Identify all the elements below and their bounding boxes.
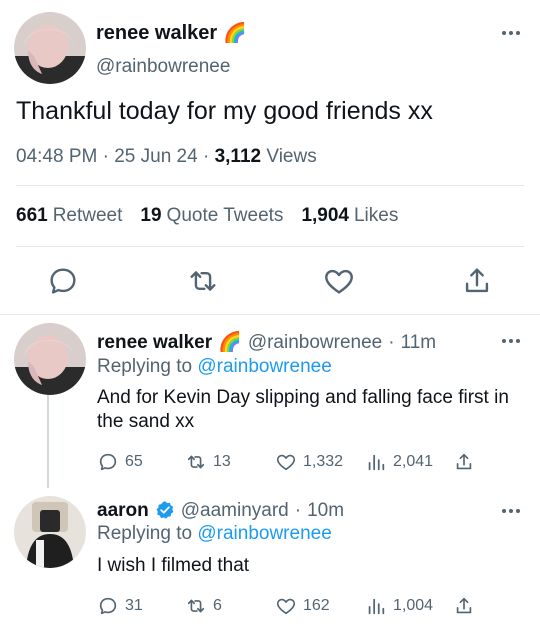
replying-prefix: Replying to (97, 523, 193, 544)
avatar-reply-1[interactable] (14, 323, 86, 395)
retweet-count: 661 (16, 205, 48, 226)
reply-author-name[interactable]: aaron (97, 500, 149, 522)
tweet-text: Thankful today for my good friends xx (16, 97, 433, 125)
replying-to: Replying to @rainbowrenee (97, 523, 332, 545)
reply-text: And for Kevin Day slipping and falling f… (97, 387, 509, 432)
tweet-stats: 661 Retweet 19 Quote Tweets 1,904 Likes (16, 205, 398, 227)
views-label: Views (266, 146, 317, 167)
author-name-text[interactable]: renee walker (96, 22, 217, 45)
retweet-button[interactable]: 13 (185, 451, 231, 473)
main-author-handle[interactable]: @rainbowrenee (96, 56, 230, 78)
like-icon (276, 454, 296, 471)
reply-action-bar: 65 13 1,332 2,041 (97, 451, 487, 473)
reply-button[interactable]: 65 (97, 451, 143, 473)
replying-to: Replying to @rainbowrenee (97, 356, 332, 378)
share-icon (456, 453, 472, 470)
views-icon (368, 598, 385, 615)
share-button[interactable] (453, 595, 475, 617)
meta-separator: · (388, 332, 395, 353)
divider (16, 185, 524, 186)
reply-icon[interactable] (46, 264, 80, 298)
reply-author-handle[interactable]: @aaminyard (181, 500, 289, 522)
meta-separator: · (102, 146, 115, 167)
reply-age[interactable]: 10m (307, 500, 344, 522)
views-icon (368, 454, 385, 471)
like-count: 1,332 (303, 453, 344, 470)
divider (16, 246, 524, 247)
main-action-bar (0, 264, 540, 298)
reply-icon (99, 453, 117, 471)
divider (0, 314, 540, 315)
meta-separator: · (294, 500, 302, 521)
like-button[interactable]: 162 (275, 595, 330, 617)
retweet-icon (187, 455, 205, 469)
reply-count: 31 (125, 597, 143, 614)
likes-stat[interactable]: 1,904 Likes (301, 205, 398, 227)
tweet-time[interactable]: 04:48 PM (16, 146, 97, 167)
share-icon (456, 597, 472, 614)
meta-separator: · (202, 146, 215, 167)
reply-action-bar: 31 6 162 1,004 (97, 595, 487, 617)
reply-icon (99, 597, 117, 615)
thread-line (47, 394, 49, 488)
share-button[interactable] (453, 451, 475, 473)
reply-text: I wish I filmed that (97, 555, 250, 576)
reply-age[interactable]: 11m (401, 332, 437, 354)
retweet-count: 13 (213, 453, 231, 470)
retweet-icon[interactable] (186, 264, 220, 298)
views-count: 3,112 (214, 146, 262, 167)
likes-count: 1,904 (301, 205, 349, 226)
retweet-stat[interactable]: 661 Retweet (16, 205, 122, 227)
rainbow-emoji: 🌈 (218, 332, 242, 353)
like-count: 162 (303, 597, 330, 614)
more-icon[interactable] (500, 336, 522, 346)
replying-to-link[interactable]: @rainbowrenee (197, 523, 331, 544)
share-icon[interactable] (460, 264, 494, 298)
main-author-name[interactable]: renee walker 🌈 (96, 21, 247, 45)
retweet-icon (187, 599, 205, 613)
tweet-date[interactable]: 25 Jun 24 (114, 146, 197, 167)
reply-button[interactable]: 31 (97, 595, 143, 617)
reply-author-name[interactable]: renee walker (97, 332, 212, 354)
like-button[interactable]: 1,332 (275, 451, 343, 473)
quote-label: Quote Tweets (166, 205, 284, 226)
replying-prefix: Replying to (97, 356, 193, 377)
quote-count: 19 (140, 205, 162, 226)
views-count: 1,004 (393, 597, 434, 614)
quote-stat[interactable]: 19 Quote Tweets (140, 205, 283, 227)
reply-count: 65 (125, 453, 143, 470)
likes-label: Likes (353, 205, 399, 226)
replying-to-link[interactable]: @rainbowrenee (197, 356, 331, 377)
like-icon[interactable] (322, 264, 356, 298)
tweet-meta: 04:48 PM · 25 Jun 24 · 3,112 Views (16, 146, 317, 168)
views-button[interactable]: 2,041 (365, 451, 433, 473)
retweet-count: 6 (213, 597, 222, 614)
avatar-reply-2[interactable] (14, 496, 86, 568)
rainbow-emoji: 🌈 (223, 23, 247, 44)
avatar-main[interactable] (14, 12, 86, 84)
more-icon[interactable] (500, 28, 522, 38)
like-icon (276, 598, 296, 615)
retweet-button[interactable]: 6 (185, 595, 222, 617)
reply-header: renee walker 🌈 @rainbowrenee · 11m (97, 330, 436, 354)
reply-author-handle[interactable]: @rainbowrenee (248, 332, 382, 354)
more-icon[interactable] (500, 506, 522, 516)
views-count: 2,041 (393, 453, 434, 470)
views-button[interactable]: 1,004 (365, 595, 433, 617)
retweet-label: Retweet (52, 205, 123, 226)
